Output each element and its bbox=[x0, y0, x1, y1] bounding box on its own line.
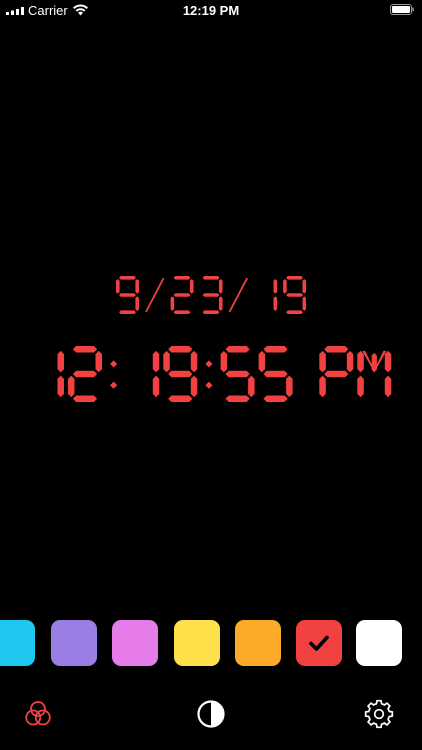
contrast-icon[interactable] bbox=[195, 698, 227, 730]
time-display: 12:19:55 PM bbox=[57, 346, 392, 402]
time-char-1 bbox=[68, 346, 103, 402]
status-bar: Carrier 12:19 PM bbox=[0, 0, 422, 22]
time-char-7 bbox=[258, 346, 293, 402]
status-time: 12:19 PM bbox=[182, 3, 240, 18]
time-char-5 bbox=[205, 360, 213, 389]
date-char-3 bbox=[202, 276, 223, 314]
swatch-orange[interactable] bbox=[235, 620, 281, 666]
swatch-yellow[interactable] bbox=[174, 620, 220, 666]
time-char-10 bbox=[357, 350, 392, 398]
bottom-toolbar bbox=[0, 698, 422, 732]
time-char-9 bbox=[319, 346, 354, 398]
swatch-white[interactable] bbox=[356, 620, 402, 666]
clock-date: 9/23/19 bbox=[0, 276, 422, 324]
swatch-pink[interactable] bbox=[112, 620, 158, 666]
date-char-0 bbox=[115, 276, 139, 314]
swatch-purple[interactable] bbox=[51, 620, 97, 666]
time-char-6 bbox=[220, 346, 255, 402]
date-char-6 bbox=[283, 276, 307, 314]
battery-icon bbox=[390, 4, 414, 15]
clock-time: 12:19:55 PM bbox=[0, 346, 422, 408]
gear-icon[interactable] bbox=[363, 698, 395, 730]
swatch-cyan[interactable] bbox=[0, 620, 35, 666]
swatch-red[interactable] bbox=[296, 620, 342, 666]
time-char-4 bbox=[163, 346, 198, 402]
time-char-0 bbox=[57, 350, 65, 398]
date-char-4 bbox=[228, 278, 249, 312]
color-circles-icon[interactable] bbox=[22, 698, 54, 730]
date-char-1 bbox=[144, 278, 165, 312]
date-char-5 bbox=[273, 279, 278, 311]
time-char-3 bbox=[153, 350, 160, 398]
date-char-2 bbox=[170, 276, 194, 314]
color-swatch-row bbox=[0, 620, 422, 666]
date-display: 9/23/19 bbox=[115, 276, 307, 314]
time-char-2 bbox=[110, 360, 118, 389]
checkmark-icon bbox=[309, 635, 329, 651]
